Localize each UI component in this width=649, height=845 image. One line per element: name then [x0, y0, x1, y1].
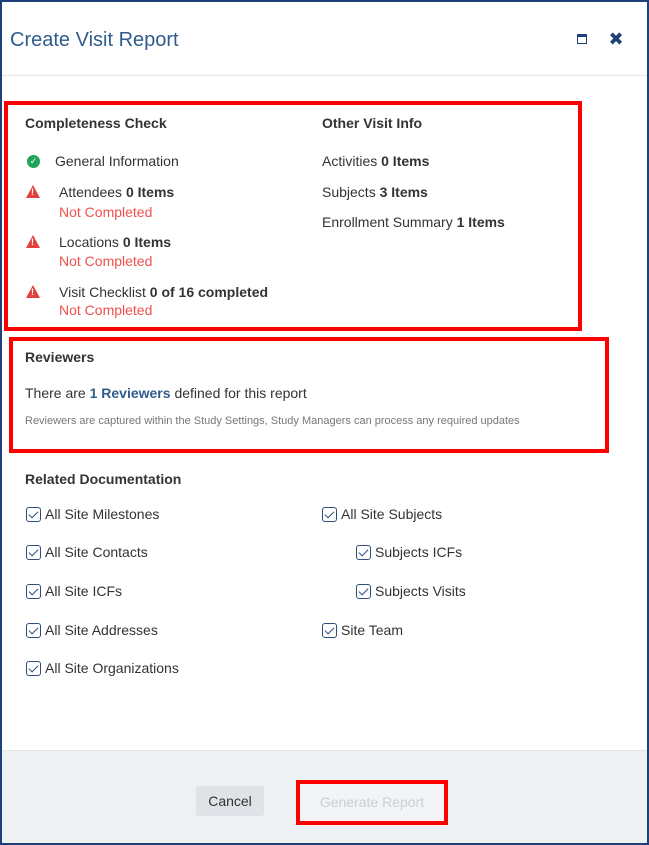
completeness-item-locations: Locations 0 Items	[59, 234, 171, 250]
other-info-item-subjects: Subjects 3 Items	[322, 184, 428, 200]
checkbox-all-site-contacts[interactable]: All Site Contacts	[26, 544, 148, 560]
reviewers-link[interactable]: 1 Reviewers	[90, 385, 171, 401]
not-completed-text: Not Completed	[59, 302, 153, 318]
checkbox-checked-icon[interactable]	[26, 506, 41, 522]
checkbox-checked-icon[interactable]	[322, 622, 337, 638]
completeness-item-label: Attendees	[59, 184, 123, 200]
checkbox-label: Site Team	[341, 622, 403, 638]
check-circle-icon: ✓	[27, 155, 40, 168]
checkbox-label: Subjects Visits	[375, 583, 466, 599]
checkbox-all-site-subjects[interactable]: All Site Subjects	[322, 506, 442, 522]
warning-icon	[26, 285, 40, 298]
completeness-item-general-information: General Information	[55, 153, 179, 169]
checkbox-subjects-icfs[interactable]: Subjects ICFs	[356, 544, 462, 560]
checkbox-checked-icon[interactable]	[26, 583, 41, 599]
other-info-label: Activities	[322, 153, 378, 169]
checkbox-all-site-organizations[interactable]: All Site Organizations	[26, 660, 179, 676]
checkbox-subjects-visits[interactable]: Subjects Visits	[356, 583, 466, 599]
create-visit-report-dialog: Create Visit Report ✖ Completeness Check…	[0, 0, 649, 845]
dialog-title: Create Visit Report	[10, 29, 179, 51]
checkbox-label: Subjects ICFs	[375, 544, 463, 560]
checkbox-site-team[interactable]: Site Team	[322, 622, 403, 638]
reviewers-text-prefix: There are	[25, 385, 86, 401]
completeness-item-label: Locations	[59, 234, 119, 250]
checkbox-checked-icon[interactable]	[26, 622, 41, 638]
reviewers-heading: Reviewers	[25, 349, 95, 365]
completeness-item-visit-checklist: Visit Checklist 0 of 16 completed	[59, 284, 268, 300]
completeness-heading: Completeness Check	[25, 115, 167, 131]
checkbox-label: All Site ICFs	[45, 583, 123, 599]
other-info-label: Enrollment Summary	[322, 214, 453, 230]
other-info-count: 0 Items	[381, 153, 430, 169]
completeness-item-count: 0 Items	[122, 234, 172, 250]
completeness-item-count: 0 of 16 completed	[149, 284, 269, 300]
checkbox-checked-icon[interactable]	[322, 506, 337, 522]
checkbox-all-site-addresses[interactable]: All Site Addresses	[26, 622, 158, 638]
checkbox-label: All Site Contacts	[45, 544, 148, 560]
warning-icon	[26, 235, 40, 248]
other-visit-info-heading: Other Visit Info	[322, 115, 423, 131]
reviewers-note: Reviewers are captured within the Study …	[25, 415, 520, 427]
checkbox-label: All Site Addresses	[45, 622, 158, 638]
completeness-item-label: General Information	[55, 153, 179, 169]
other-info-count: 1 Items	[456, 214, 505, 230]
completeness-item-label: Visit Checklist	[59, 284, 146, 300]
reviewers-summary: There are 1 Reviewers defined for this r…	[25, 385, 307, 401]
related-documentation-heading: Related Documentation	[25, 471, 182, 487]
close-icon[interactable]: ✖	[608, 30, 624, 48]
maximize-icon[interactable]	[577, 34, 587, 44]
checkbox-all-site-milestones[interactable]: All Site Milestones	[26, 506, 159, 522]
checkbox-checked-icon[interactable]	[356, 544, 371, 560]
generate-report-button[interactable]: Generate Report	[296, 780, 448, 825]
other-info-count: 3 Items	[379, 184, 428, 200]
warning-icon	[26, 185, 40, 198]
checkbox-label: All Site Milestones	[45, 506, 160, 522]
checkbox-checked-icon[interactable]	[26, 660, 41, 676]
not-completed-text: Not Completed	[59, 204, 153, 220]
checkbox-checked-icon[interactable]	[26, 544, 41, 560]
completeness-item-count: 0 Items	[125, 184, 175, 200]
checkbox-all-site-icfs[interactable]: All Site ICFs	[26, 583, 122, 599]
not-completed-text: Not Completed	[59, 253, 153, 269]
checkbox-label: All Site Organizations	[45, 660, 179, 676]
other-info-item-enrollment-summary: Enrollment Summary 1 Items	[322, 214, 505, 230]
reviewers-text-suffix: defined for this report	[174, 385, 307, 401]
other-info-label: Subjects	[322, 184, 376, 200]
completeness-item-attendees: Attendees 0 Items	[59, 184, 174, 200]
cancel-button[interactable]: Cancel	[196, 786, 264, 816]
checkbox-label: All Site Subjects	[341, 506, 443, 522]
other-info-item-activities: Activities 0 Items	[322, 153, 429, 169]
dialog-header: Create Visit Report ✖	[2, 2, 647, 76]
checkbox-checked-icon[interactable]	[356, 583, 371, 599]
